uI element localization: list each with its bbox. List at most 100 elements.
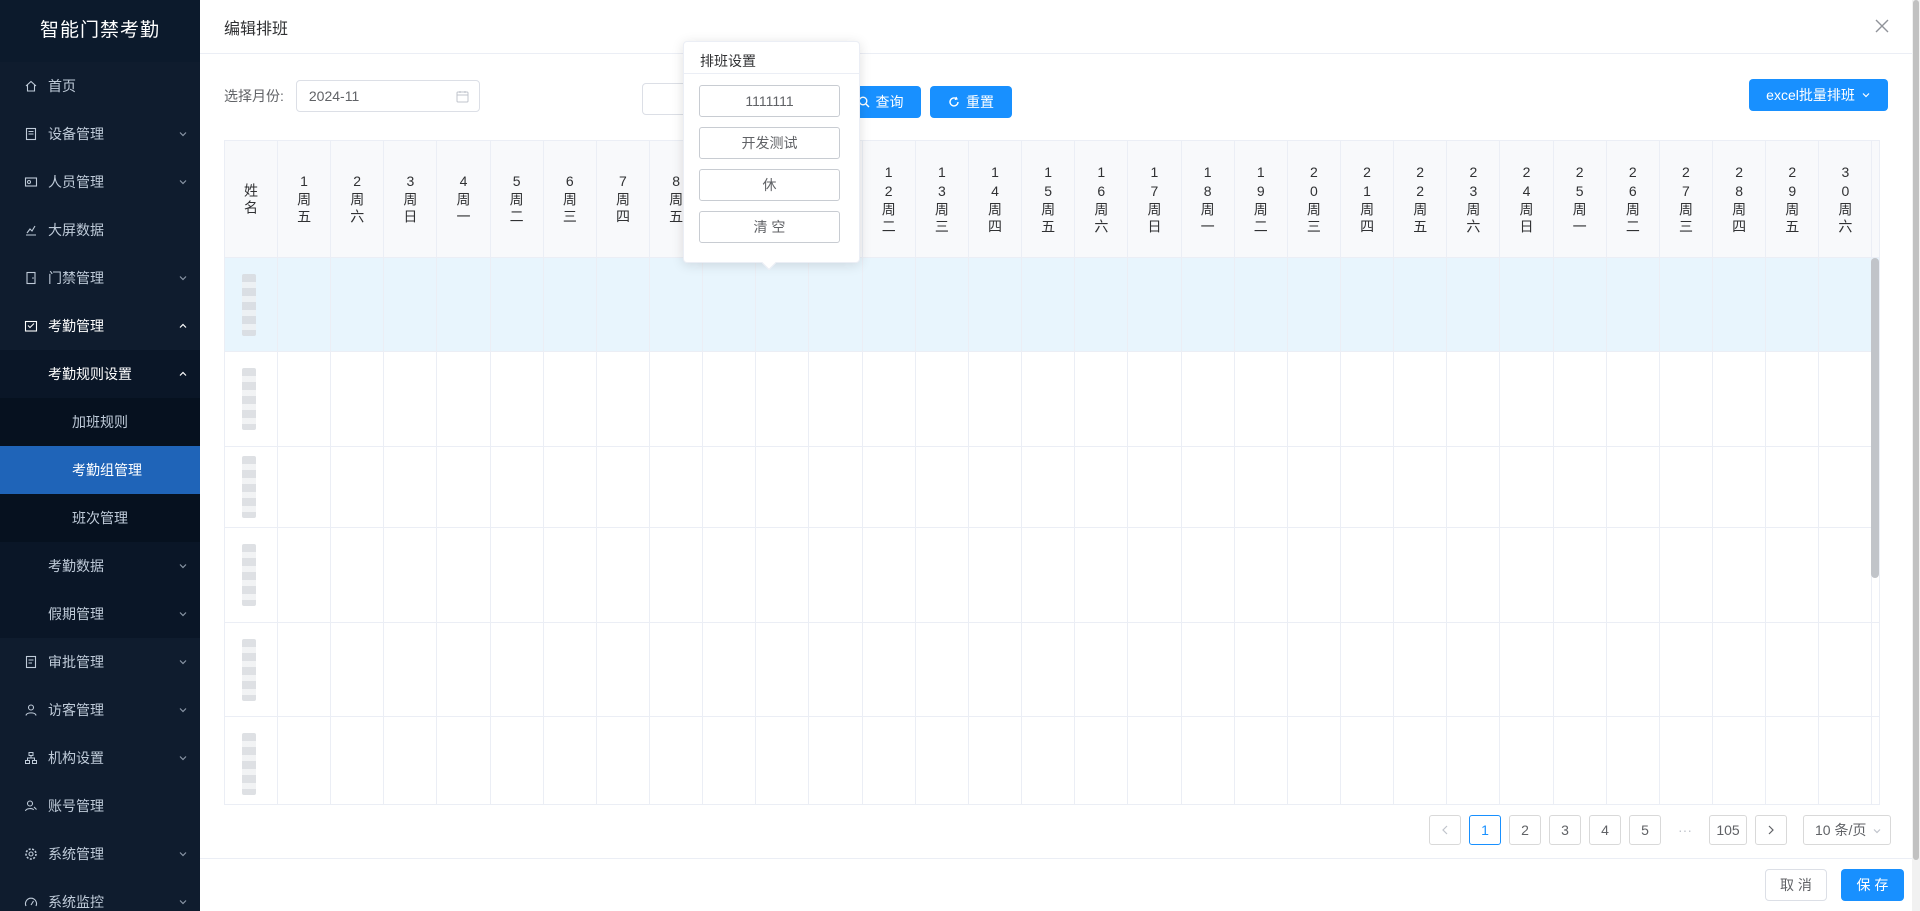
schedule-cell[interactable] [969,447,1023,527]
schedule-cell[interactable] [1660,717,1714,804]
schedule-cell[interactable] [278,717,332,804]
schedule-cell[interactable] [810,352,863,446]
schedule-cell[interactable] [597,623,651,716]
page-scrollbar[interactable] [1912,0,1920,911]
schedule-cell[interactable] [278,352,332,446]
schedule-cell[interactable] [278,258,332,351]
schedule-cell[interactable] [703,258,757,351]
month-picker-input[interactable]: 2024-11 [295,80,480,112]
schedule-cell[interactable] [1128,447,1182,527]
schedule-cell[interactable] [1447,528,1501,622]
schedule-cell[interactable] [916,717,969,804]
schedule-cell[interactable] [1500,623,1554,716]
schedule-cell[interactable] [756,258,810,351]
schedule-cell[interactable] [278,528,332,622]
schedule-cell[interactable] [916,447,969,527]
schedule-cell[interactable] [1713,447,1767,527]
schedule-cell[interactable] [437,623,491,716]
schedule-cell[interactable] [384,352,438,446]
schedule-cell[interactable] [1447,352,1501,446]
sidebar-item[interactable]: 系统监控 [0,878,200,911]
schedule-cell[interactable] [1128,717,1182,804]
schedule-cell[interactable] [597,447,651,527]
page-ellipsis[interactable]: ··· [1669,815,1701,845]
schedule-cell[interactable] [1500,258,1554,351]
schedule-cell[interactable] [1713,528,1767,622]
schedule-cell[interactable] [1394,447,1448,527]
schedule-cell[interactable] [1607,528,1660,622]
sidebar-item[interactable]: 班次管理 [0,494,200,542]
schedule-cell[interactable] [491,717,544,804]
schedule-cell[interactable] [863,717,916,804]
schedule-cell[interactable] [703,717,757,804]
table-scrollbar[interactable] [1871,258,1879,578]
schedule-cell[interactable] [1128,528,1182,622]
schedule-cell[interactable] [1022,528,1076,622]
schedule-cell[interactable] [1394,528,1448,622]
schedule-cell[interactable] [1554,623,1607,716]
schedule-cell[interactable] [1182,528,1235,622]
sidebar-item[interactable]: 人员管理 [0,158,200,206]
page-button-5[interactable]: 5 [1629,815,1661,845]
schedule-cell[interactable] [1660,623,1714,716]
schedule-cell[interactable] [1394,352,1448,446]
schedule-cell[interactable] [1660,258,1714,351]
schedule-cell[interactable] [544,258,597,351]
schedule-cell[interactable] [1182,258,1235,351]
schedule-cell[interactable] [544,528,597,622]
sidebar-item[interactable]: 首页 [0,62,200,110]
schedule-cell[interactable] [703,352,757,446]
schedule-cell[interactable] [437,352,491,446]
schedule-cell[interactable] [916,352,969,446]
schedule-cell[interactable] [1554,258,1607,351]
schedule-cell[interactable] [650,447,704,527]
schedule-cell[interactable] [1766,352,1820,446]
schedule-cell[interactable] [1235,623,1288,716]
schedule-cell[interactable] [1128,352,1182,446]
schedule-cell[interactable] [437,258,491,351]
schedule-cell[interactable] [703,528,757,622]
schedule-cell[interactable] [810,258,863,351]
page-scrollbar-thumb[interactable] [1913,0,1919,860]
page-button-2[interactable]: 2 [1509,815,1541,845]
schedule-cell[interactable] [756,623,810,716]
schedule-cell[interactable] [331,717,385,804]
schedule-cell[interactable] [863,623,916,716]
schedule-cell[interactable] [1341,352,1395,446]
schedule-cell[interactable] [491,623,544,716]
schedule-cell[interactable] [331,447,385,527]
schedule-cell[interactable] [1075,528,1129,622]
schedule-cell[interactable] [1500,717,1554,804]
schedule-cell[interactable] [491,258,544,351]
schedule-cell[interactable] [863,447,916,527]
next-page-button[interactable] [1755,815,1787,845]
schedule-cell[interactable] [969,528,1023,622]
schedule-cell[interactable] [1500,528,1554,622]
schedule-cell[interactable] [650,717,704,804]
schedule-cell[interactable] [1075,447,1129,527]
schedule-cell[interactable] [1447,447,1501,527]
schedule-cell[interactable] [969,352,1023,446]
close-icon[interactable] [1874,18,1890,34]
schedule-cell[interactable] [1607,623,1660,716]
sidebar-item[interactable]: 考勤规则设置 [0,350,200,398]
schedule-cell[interactable] [1341,447,1395,527]
schedule-cell[interactable] [863,352,916,446]
schedule-cell[interactable] [969,623,1023,716]
sidebar-item[interactable]: 加班规则 [0,398,200,446]
schedule-cell[interactable] [1607,258,1660,351]
schedule-cell[interactable] [384,258,438,351]
schedule-cell[interactable] [1713,717,1767,804]
sidebar-item[interactable]: 审批管理 [0,638,200,686]
schedule-cell[interactable] [969,717,1023,804]
shift-option-rest[interactable]: 休 [699,169,840,201]
prev-page-button[interactable] [1429,815,1461,845]
schedule-cell[interactable] [1022,447,1076,527]
sidebar-item[interactable]: 考勤组管理 [0,446,200,494]
schedule-cell[interactable] [384,623,438,716]
schedule-cell[interactable] [1766,258,1820,351]
schedule-cell[interactable] [544,623,597,716]
schedule-cell[interactable] [597,352,651,446]
schedule-cell[interactable] [1235,258,1288,351]
page-button-4[interactable]: 4 [1589,815,1621,845]
